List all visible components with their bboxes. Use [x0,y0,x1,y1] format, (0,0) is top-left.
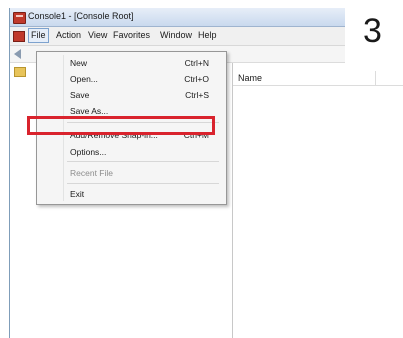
details-pane[interactable]: Name [233,63,403,338]
menu-item-exit[interactable]: Exit [37,186,226,202]
menu-window[interactable]: Window [157,29,195,42]
menu-separator [67,183,219,184]
menu-item-save[interactable]: Save Ctrl+S [37,87,226,103]
menu-file[interactable]: File [28,28,49,43]
highlight-box [27,116,215,135]
menu-item-new[interactable]: New Ctrl+N [37,55,226,71]
menu-help[interactable]: Help [195,29,220,42]
menu-item-label: New [70,58,88,68]
menu-item-label: Open... [70,74,98,84]
menu-item-shortcut: Ctrl+S [185,90,209,100]
menu-item-options[interactable]: Options... [37,144,226,160]
menu-item-open[interactable]: Open... Ctrl+O [37,71,226,87]
column-divider[interactable] [375,71,376,85]
window-title: Console1 - [Console Root] [28,11,134,21]
menu-favorites[interactable]: Favorites [110,29,153,42]
menu-item-recent-file: Recent File [37,165,226,181]
menu-item-label: Save As... [70,106,109,116]
column-header-name[interactable]: Name [238,73,262,83]
app-icon [13,12,26,24]
app-icon[interactable] [13,31,25,42]
menu-separator [67,161,219,162]
menu-item-shortcut: Ctrl+N [184,58,209,68]
menu-item-label: Exit [70,189,85,199]
menu-item-label: Save [70,90,90,100]
list-header: Name [233,71,403,86]
folder-icon [14,67,26,77]
mmc-window: Console1 - [Console Root] File Action Vi… [9,8,403,338]
back-arrow-icon[interactable] [14,49,21,59]
menu-item-label: Options... [70,147,107,157]
menu-view[interactable]: View [85,29,110,42]
step-number: 3 [363,12,382,50]
menu-action[interactable]: Action [53,29,84,42]
menu-item-label: Recent File [70,168,113,178]
menu-item-shortcut: Ctrl+O [184,74,209,84]
